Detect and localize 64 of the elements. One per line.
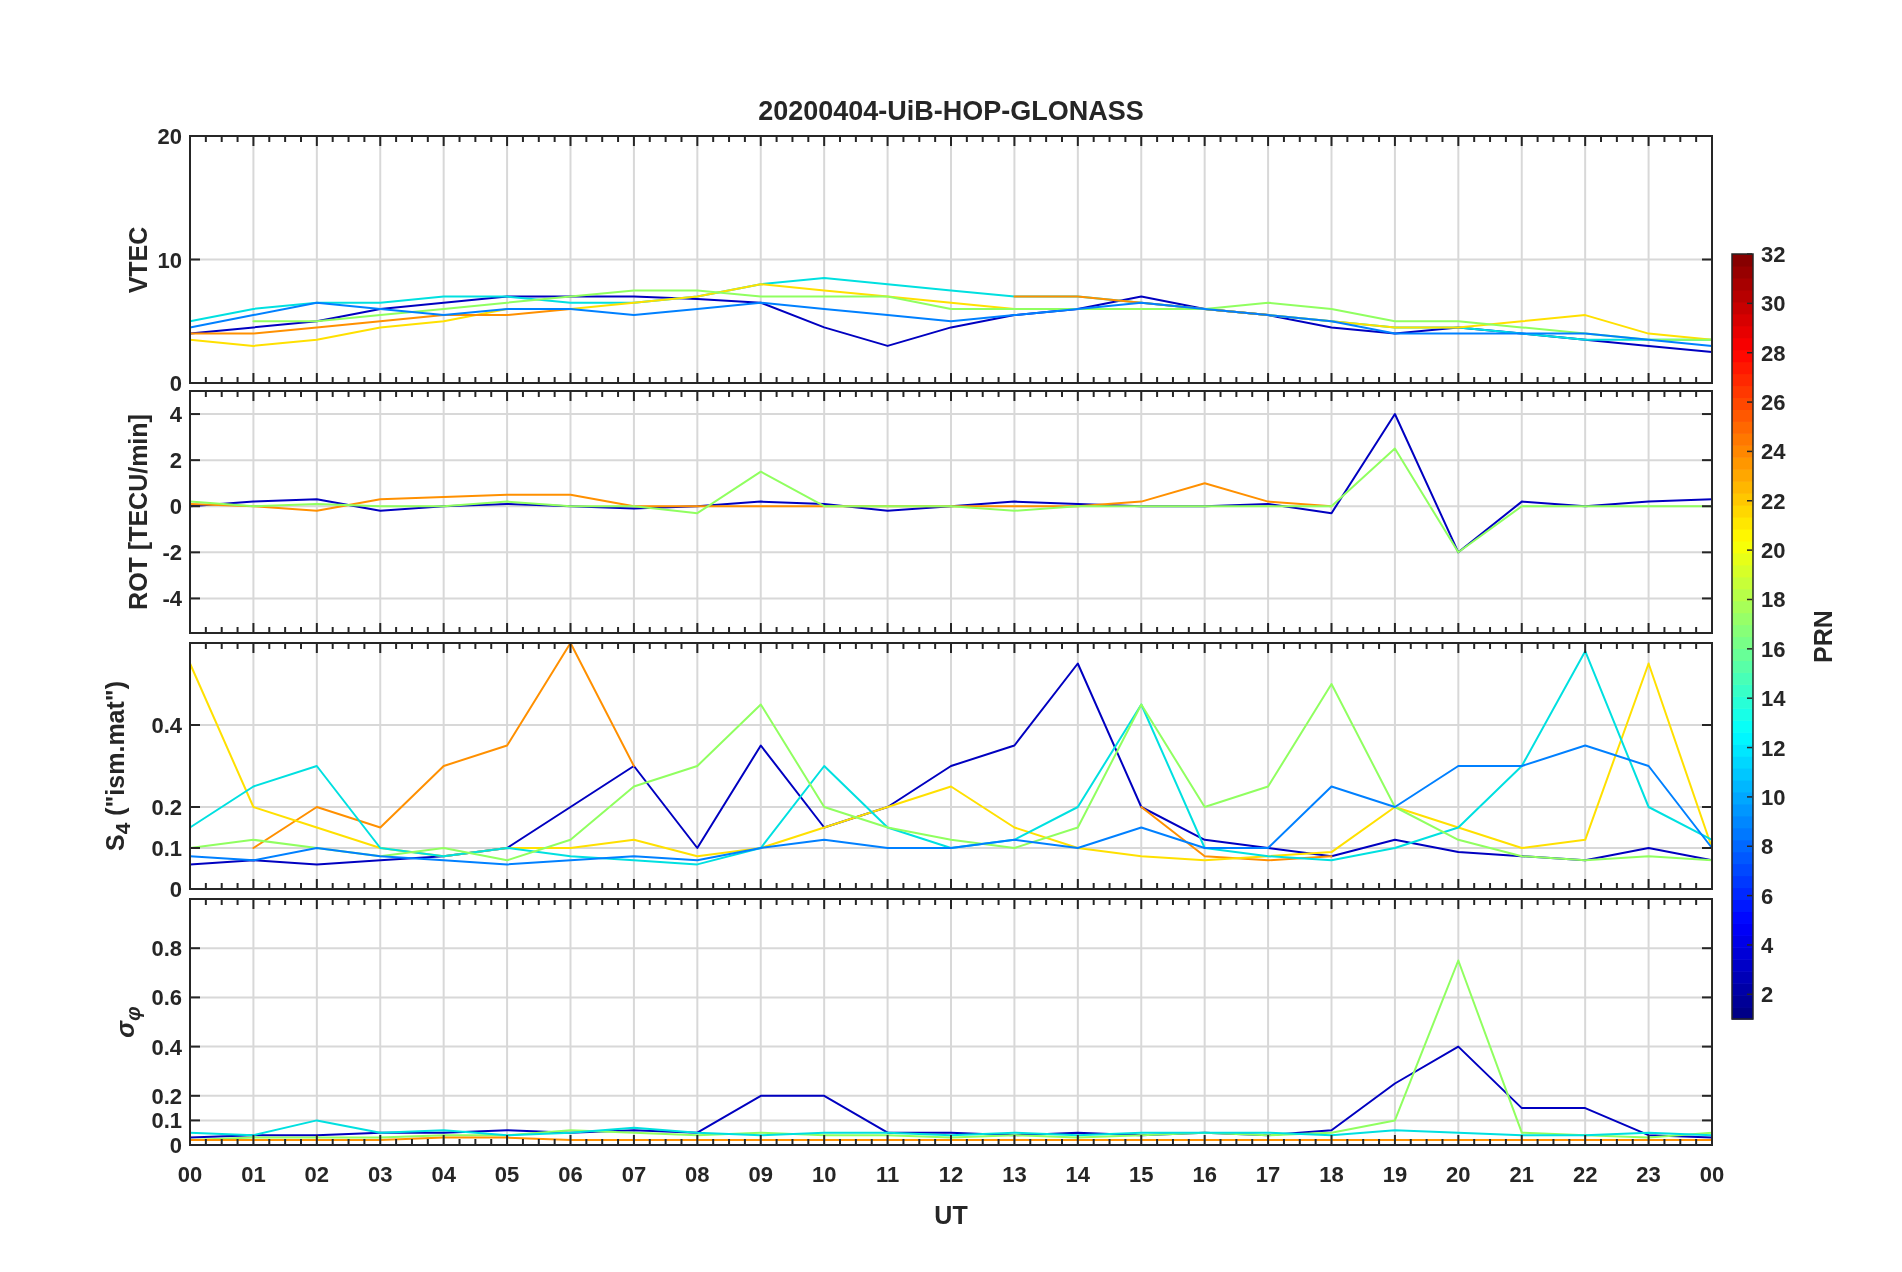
y-tick-label: 0.1 bbox=[151, 1108, 182, 1134]
x-tick-label: 11 bbox=[875, 1162, 900, 1187]
colorbar-tick-label: 30 bbox=[1761, 291, 1786, 317]
colorbar-tick-label: 18 bbox=[1761, 587, 1786, 613]
y-tick-label: 0.8 bbox=[151, 936, 182, 962]
y-tick-label: 0.4 bbox=[151, 1034, 182, 1060]
x-tick-label: 13 bbox=[1002, 1162, 1027, 1187]
colorbar-tick-label: 16 bbox=[1761, 636, 1786, 662]
x-tick-label: 17 bbox=[1255, 1162, 1281, 1187]
x-tick-label: 23 bbox=[1636, 1162, 1661, 1187]
x-tick-label: 07 bbox=[621, 1162, 647, 1187]
y-tick-label: 20 bbox=[157, 124, 182, 149]
colorbar-tick-label: 12 bbox=[1761, 735, 1786, 761]
x-tick-label: 22 bbox=[1572, 1162, 1598, 1187]
x-tick-label: 12 bbox=[938, 1162, 964, 1187]
colorbar-tick-label: 20 bbox=[1761, 538, 1786, 564]
x-tick-label: 09 bbox=[748, 1162, 773, 1187]
x-tick-label: 16 bbox=[1192, 1162, 1217, 1187]
x-tick-label: 21 bbox=[1509, 1162, 1534, 1187]
colorbar-label: PRN bbox=[1809, 610, 1837, 663]
x-tick-label: 00 bbox=[177, 1162, 203, 1187]
y-tick-label: 0.1 bbox=[151, 836, 182, 861]
colorbar-tick-label: 32 bbox=[1761, 242, 1786, 267]
x-tick-label: 02 bbox=[304, 1162, 330, 1187]
y-tick-label: -4 bbox=[162, 586, 182, 612]
x-tick-label: 19 bbox=[1382, 1162, 1408, 1187]
x-tick-label: 05 bbox=[494, 1162, 520, 1187]
y-tick-label: 0 bbox=[169, 877, 182, 902]
colorbar-tick-label: 6 bbox=[1761, 883, 1774, 909]
x-tick-label: 14 bbox=[1065, 1162, 1091, 1187]
colorbar-tick-label: 28 bbox=[1761, 340, 1786, 366]
x-tick-label: 03 bbox=[368, 1162, 393, 1187]
x-tick-label: 06 bbox=[558, 1162, 583, 1187]
y-tick-label: 4 bbox=[169, 402, 182, 428]
y-tick-label: 0 bbox=[169, 371, 182, 396]
x-tick-label: 20 bbox=[1446, 1162, 1471, 1187]
x-axis-label: UT bbox=[934, 1201, 968, 1229]
colorbar-tick-label: 22 bbox=[1761, 488, 1786, 514]
y-tick-label: 0 bbox=[169, 494, 182, 520]
colorbar-tick-label: 8 bbox=[1761, 834, 1774, 860]
colorbar-tick-label: 10 bbox=[1761, 784, 1786, 810]
y-tick-label: 0.2 bbox=[151, 795, 182, 820]
y-tick-label: -2 bbox=[162, 540, 182, 566]
y-tick-label: 0.6 bbox=[151, 985, 182, 1011]
x-tick-label: 08 bbox=[685, 1162, 710, 1187]
colorbar-tick-label: 26 bbox=[1761, 390, 1786, 416]
y-tick-label: 10 bbox=[157, 247, 182, 273]
colorbar-tick-label: 24 bbox=[1761, 439, 1786, 465]
y-tick-label: 0 bbox=[169, 1133, 182, 1158]
x-tick-label: 15 bbox=[1129, 1162, 1154, 1187]
y-tick-label: 0.4 bbox=[151, 713, 182, 738]
colorbar-tick-label: 2 bbox=[1761, 982, 1774, 1008]
x-tick-label: 18 bbox=[1319, 1162, 1344, 1187]
figure-title: 20200404-UiB-HOP-GLONASS bbox=[758, 96, 1144, 126]
x-tick-label: 10 bbox=[811, 1162, 837, 1187]
y-tick-label: 2 bbox=[169, 448, 182, 474]
x-tick-label: 04 bbox=[431, 1162, 456, 1187]
colorbar-tick-label: 4 bbox=[1761, 932, 1774, 958]
y-axis-label: ROT [TECU/min] bbox=[123, 414, 153, 610]
x-tick-label: 00 bbox=[1699, 1162, 1725, 1187]
colorbar-tick-label: 14 bbox=[1761, 686, 1786, 712]
y-axis-label: VTEC bbox=[123, 226, 153, 293]
x-tick-label: 01 bbox=[241, 1162, 266, 1187]
y-tick-label: 0.2 bbox=[151, 1083, 182, 1109]
